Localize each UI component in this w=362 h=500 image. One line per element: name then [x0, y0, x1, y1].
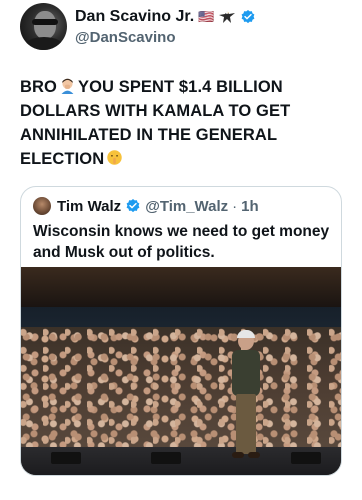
image-crowd	[21, 327, 341, 457]
quoted-separator: ·	[232, 197, 238, 215]
avatar-shoulders	[24, 37, 64, 50]
post-text-part-1: BRO	[20, 78, 57, 96]
quoted-post-text: Wisconsin knows we need to get money and…	[33, 223, 330, 261]
quoted-author-handle[interactable]: @Tim_Walz	[145, 198, 228, 215]
post-header: Dan Scavino Jr. 🇺🇸 @DanScavino	[20, 3, 350, 51]
author-handle[interactable]: @DanScavino	[75, 29, 176, 46]
speaker-jacket	[232, 350, 260, 396]
speaker-hair	[237, 330, 255, 338]
quoted-timestamp[interactable]: 1h	[241, 198, 259, 215]
quoted-post-image[interactable]	[21, 267, 341, 475]
speaker-shoe	[232, 452, 244, 458]
shushing-face-emoji	[107, 150, 122, 165]
quoted-author-name[interactable]: Tim Walz	[57, 198, 121, 215]
verified-badge-icon	[241, 10, 255, 24]
image-stage-monitor	[151, 452, 181, 464]
eagle-icon	[219, 11, 236, 23]
us-flag-icon: 🇺🇸	[198, 9, 215, 24]
avatar-sunglasses	[32, 19, 58, 25]
image-stage-lights	[21, 267, 341, 307]
quoted-post-header: Tim Walz @Tim_Walz · 1h	[33, 197, 259, 215]
man-facepalming-emoji	[61, 78, 74, 94]
image-stage-monitor	[291, 452, 321, 464]
speaker-legs	[236, 394, 256, 454]
image-speaker	[226, 330, 266, 462]
avatar-face	[34, 11, 56, 39]
verified-badge-icon	[126, 199, 140, 213]
image-stage-monitor	[51, 452, 81, 464]
author-display-name[interactable]: Dan Scavino Jr.	[75, 8, 194, 26]
quoted-post-card[interactable]: Tim Walz @Tim_Walz · 1h Wisconsin knows …	[20, 186, 342, 476]
author-name-row: Dan Scavino Jr. 🇺🇸	[75, 8, 256, 26]
quoted-author-avatar[interactable]	[33, 197, 51, 215]
post-text: BRO YOU SPENT $1.4 BILLION DOLLARS WITH …	[20, 75, 345, 171]
author-avatar[interactable]	[20, 3, 67, 50]
speaker-shoe	[248, 452, 260, 458]
